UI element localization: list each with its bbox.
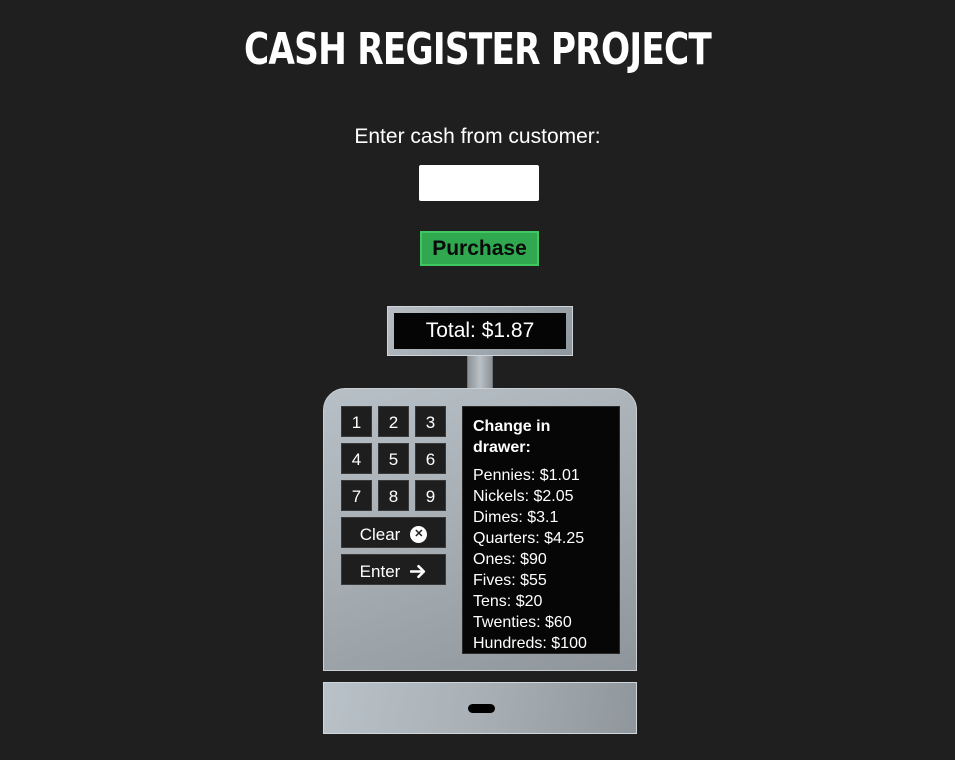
cash-drawer bbox=[323, 682, 637, 734]
arrow-right-icon bbox=[410, 564, 426, 579]
drawer-item-pennies: Pennies: $1.01 bbox=[473, 467, 580, 484]
display-neck bbox=[467, 356, 493, 390]
enter-button[interactable]: Enter bbox=[341, 554, 446, 585]
times-circle-icon: ✕ bbox=[410, 526, 428, 544]
key-8[interactable]: 8 bbox=[378, 480, 409, 511]
key-9[interactable]: 9 bbox=[415, 480, 446, 511]
drawer-item-hundreds: Hundreds: $100 bbox=[473, 635, 587, 652]
total-display: Total: $1.87 bbox=[394, 313, 566, 349]
purchase-button[interactable]: Purchase bbox=[420, 231, 539, 266]
key-4[interactable]: 4 bbox=[341, 443, 372, 474]
change-in-drawer-panel: Change in drawer: Pennies: $1.01 Nickels… bbox=[462, 406, 620, 654]
enter-button-label: Enter bbox=[359, 562, 401, 582]
drawer-item-ones: Ones: $90 bbox=[473, 551, 547, 568]
key-5[interactable]: 5 bbox=[378, 443, 409, 474]
cash-input[interactable] bbox=[419, 165, 539, 201]
key-2[interactable]: 2 bbox=[378, 406, 409, 437]
page: CASH REGISTER PROJECT Enter cash from cu… bbox=[0, 0, 955, 760]
drawer-item-fives: Fives: $55 bbox=[473, 572, 547, 589]
register-body: 1 2 3 4 5 6 7 8 9 Clear ✕ Enter Change in… bbox=[323, 388, 637, 671]
drawer-heading: Change in drawer: bbox=[473, 418, 551, 456]
drawer-item-dimes: Dimes: $3.1 bbox=[473, 509, 559, 526]
cash-prompt-label: Enter cash from customer: bbox=[354, 125, 601, 148]
key-3[interactable]: 3 bbox=[415, 406, 446, 437]
key-1[interactable]: 1 bbox=[341, 406, 372, 437]
drawer-item-nickels: Nickels: $2.05 bbox=[473, 488, 574, 505]
key-6[interactable]: 6 bbox=[415, 443, 446, 474]
page-title: CASH REGISTER PROJECT bbox=[243, 24, 712, 75]
drawer-item-tens: Tens: $20 bbox=[473, 593, 543, 610]
drawer-item-twenties: Twenties: $60 bbox=[473, 614, 572, 631]
key-7[interactable]: 7 bbox=[341, 480, 372, 511]
total-display-frame: Total: $1.87 bbox=[387, 306, 573, 356]
clear-button[interactable]: Clear ✕ bbox=[341, 517, 446, 548]
drawer-item-quarters: Quarters: $4.25 bbox=[473, 530, 585, 547]
clear-button-label: Clear bbox=[359, 525, 401, 545]
drawer-handle bbox=[468, 704, 495, 713]
